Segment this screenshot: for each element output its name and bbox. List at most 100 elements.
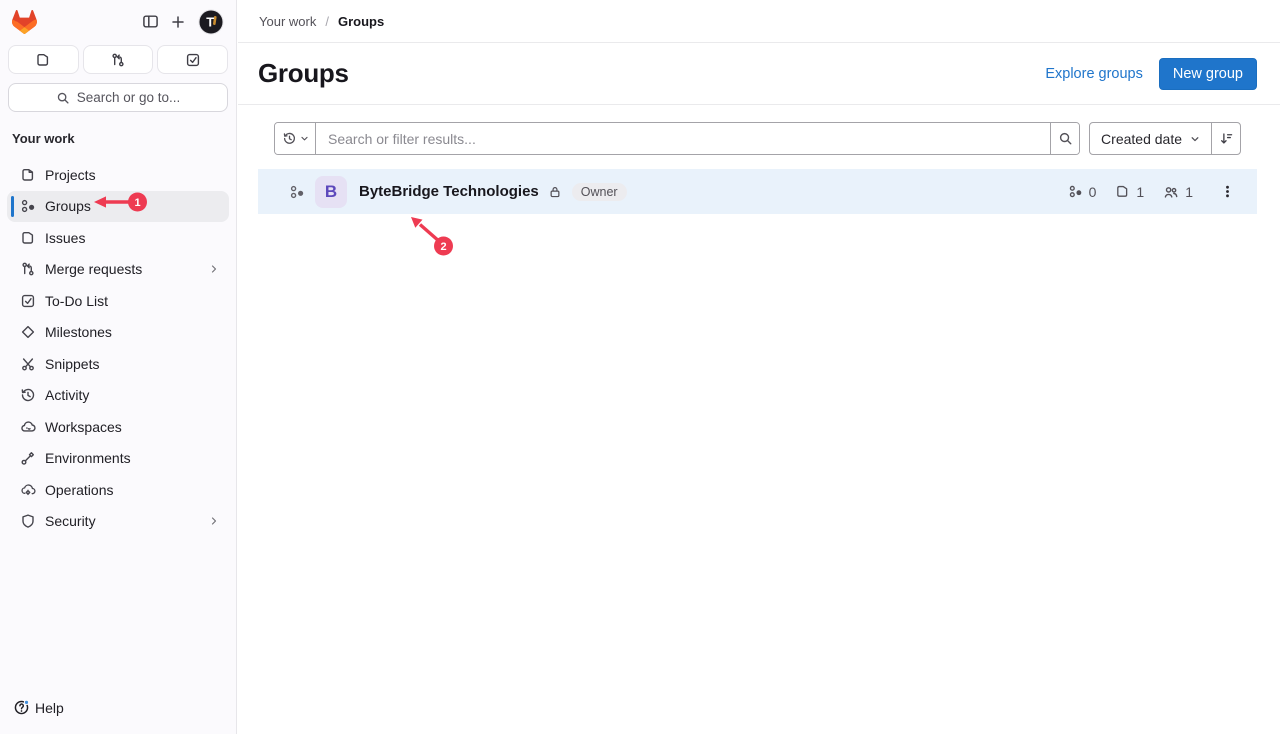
sidebar-item-label: Environments [45, 450, 131, 466]
sidebar-footer: Help [0, 699, 236, 734]
filter-search-input[interactable] [316, 123, 1050, 154]
sort-direction-button[interactable] [1211, 123, 1240, 154]
user-avatar[interactable]: T [198, 9, 224, 35]
filter-search-button[interactable] [1050, 123, 1079, 154]
sidebar-item-milestones[interactable]: Milestones [7, 317, 229, 349]
filtered-search [274, 122, 1080, 155]
explore-groups-link[interactable]: Explore groups [1045, 66, 1143, 82]
sidebar-item-workspaces[interactable]: Workspaces [7, 411, 229, 443]
projects-icon [1115, 184, 1130, 199]
members-stat: 1 [1163, 184, 1193, 200]
plus-icon [170, 14, 186, 30]
groups-list: B ByteBridge Technologies Owner 0 [258, 169, 1257, 214]
sidebar-item-projects[interactable]: Projects [7, 159, 229, 191]
new-group-button[interactable]: New group [1159, 58, 1257, 90]
kebab-menu-icon [1220, 184, 1235, 199]
chevron-down-icon [1190, 134, 1200, 144]
filter-bar: Created date [274, 122, 1241, 155]
sidebar-item-groups[interactable]: Groups [7, 191, 229, 223]
help-icon [13, 699, 30, 716]
header-actions: Explore groups New group [1045, 58, 1257, 90]
group-actions-menu-button[interactable] [1214, 179, 1240, 205]
panel-toggle-icon [142, 13, 159, 30]
create-new-button[interactable] [164, 8, 192, 36]
sidebar-item-issues[interactable]: Issues [7, 222, 229, 254]
sidebar-item-activity[interactable]: Activity [7, 380, 229, 412]
sidebar-item-merge-requests[interactable]: Merge requests [7, 254, 229, 286]
snippets-icon [20, 356, 36, 372]
sidebar-toggle-button[interactable] [136, 8, 164, 36]
members-count: 1 [1185, 184, 1193, 200]
sidebar-item-security[interactable]: Security [7, 506, 229, 538]
group-stats: 0 1 [1068, 184, 1193, 200]
sidebar-item-label: Activity [45, 387, 89, 403]
sidebar-item-label: Security [45, 513, 96, 529]
sidebar-item-label: Operations [45, 482, 113, 498]
sidebar-item-operations[interactable]: Operations [7, 474, 229, 506]
chevron-right-icon [208, 515, 220, 527]
groups-icon [20, 198, 36, 214]
page-title: Groups [258, 58, 349, 89]
group-avatar[interactable]: B [315, 176, 347, 208]
sidebar-item-environments[interactable]: Environments [7, 443, 229, 475]
sidebar-item-label: To-Do List [45, 293, 108, 309]
activity-history-icon [20, 387, 36, 403]
projects-count: 1 [1136, 184, 1144, 200]
breadcrumb-current: Groups [338, 14, 384, 29]
subgroups-icon [1068, 184, 1083, 199]
main-content: Your work / Groups Groups Explore groups… [238, 0, 1280, 734]
shortcut-issues-button[interactable] [8, 45, 79, 74]
projects-stat: 1 [1115, 184, 1144, 200]
sort-controls: Created date [1089, 122, 1241, 155]
sidebar-item-snippets[interactable]: Snippets [7, 348, 229, 380]
sidebar-item-label: Projects [45, 167, 96, 183]
sidebar-item-label: Snippets [45, 356, 99, 372]
sidebar-nav: Projects Groups Issues [0, 159, 236, 537]
subgroups-stat: 0 [1068, 184, 1097, 200]
search-history-dropdown[interactable] [275, 123, 316, 154]
operations-cloud-gear-icon [20, 482, 36, 498]
shortcut-todo-button[interactable] [157, 45, 228, 74]
issues-icon [35, 52, 51, 68]
sidebar-item-label: Groups [45, 198, 91, 214]
breadcrumb-bar: Your work / Groups [238, 0, 1280, 43]
pinned-shortcuts [0, 43, 236, 74]
sidebar-item-label: Workspaces [45, 419, 122, 435]
help-button[interactable]: Help [13, 699, 64, 716]
todo-check-icon [185, 52, 201, 68]
page-header: Groups Explore groups New group [238, 43, 1280, 105]
todo-check-icon [20, 293, 36, 309]
sidebar-item-todo-list[interactable]: To-Do List [7, 285, 229, 317]
merge-request-icon [20, 261, 36, 277]
gitlab-logo[interactable] [12, 10, 37, 34]
workspaces-cloud-icon [20, 419, 36, 435]
sidebar: T [0, 0, 237, 734]
global-search-box[interactable]: Search or go to... [8, 83, 228, 112]
sidebar-section-label: Your work [12, 131, 224, 146]
sort-by-label: Created date [1101, 131, 1182, 147]
sidebar-item-label: Milestones [45, 324, 112, 340]
svg-text:T: T [206, 14, 214, 29]
history-icon [282, 131, 297, 146]
chevron-right-icon [208, 263, 220, 275]
environments-icon [20, 450, 36, 466]
members-icon [1163, 184, 1179, 200]
milestone-icon [20, 324, 36, 340]
subgroups-count: 0 [1089, 184, 1097, 200]
group-row[interactable]: B ByteBridge Technologies Owner 0 [258, 169, 1257, 214]
chevron-down-icon [300, 134, 309, 143]
role-badge: Owner [572, 183, 627, 201]
search-icon [1058, 131, 1073, 146]
private-lock-icon [548, 185, 562, 199]
sort-by-dropdown[interactable]: Created date [1090, 123, 1211, 154]
issues-icon [20, 230, 36, 246]
breadcrumb-separator: / [325, 14, 329, 29]
help-label: Help [35, 700, 64, 716]
merge-request-icon [110, 52, 126, 68]
group-name-link[interactable]: ByteBridge Technologies [359, 183, 539, 200]
breadcrumb-your-work-link[interactable]: Your work [259, 14, 316, 29]
breadcrumb: Your work / Groups [259, 14, 384, 29]
sidebar-item-label: Issues [45, 230, 85, 246]
subgroup-icon [289, 184, 305, 200]
shortcut-merge-requests-button[interactable] [83, 45, 154, 74]
